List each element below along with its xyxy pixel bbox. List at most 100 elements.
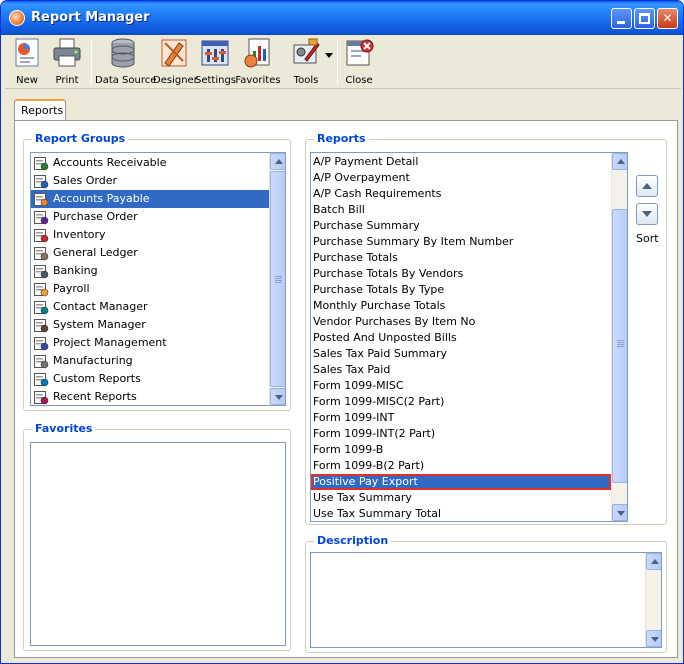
report-item[interactable]: Use Tax Summary Total <box>311 506 611 521</box>
reports-title: Reports <box>314 132 369 145</box>
report-item[interactable]: Positive Pay Export <box>311 474 611 490</box>
report-item-label: Monthly Purchase Totals <box>313 299 446 312</box>
scroll-up-button[interactable] <box>612 153 627 170</box>
report-item[interactable]: Posted And Unposted Bills <box>311 330 611 346</box>
close-label: Close <box>345 75 373 86</box>
report-item[interactable]: Purchase Summary By Item Number <box>311 234 611 250</box>
report-group-item[interactable]: Accounts Payable <box>31 190 269 208</box>
report-item-label: Purchase Summary <box>313 219 420 232</box>
report-group-label: Custom Reports <box>53 372 141 385</box>
scroll-up-button[interactable] <box>270 153 285 170</box>
report-item[interactable]: Sales Tax Paid Summary <box>311 346 611 362</box>
report-item[interactable]: Purchase Totals By Type <box>311 282 611 298</box>
report-group-label: General Ledger <box>53 246 138 259</box>
tools-dropdown-button[interactable] <box>323 37 333 87</box>
report-group-item[interactable]: Purchase Order <box>31 208 269 226</box>
scroll-up-button[interactable] <box>646 553 661 570</box>
report-item[interactable]: A/P Overpayment <box>311 170 611 186</box>
close-button[interactable]: Close <box>341 37 377 87</box>
report-item-label: A/P Payment Detail <box>313 155 419 168</box>
chevron-up-icon <box>617 159 625 164</box>
report-item[interactable]: Form 1099-INT <box>311 410 611 426</box>
report-group-item[interactable]: Inventory <box>31 226 269 244</box>
reports-list[interactable]: Use Tax Summary Total Use Tax Summary Posi… <box>310 152 628 522</box>
reports-scrollbar[interactable] <box>611 153 627 521</box>
scroll-down-button[interactable] <box>646 630 661 647</box>
report-item-label: Purchase Totals By Vendors <box>313 267 464 280</box>
favorites-list[interactable] <box>30 442 286 646</box>
window-title: Report Manager <box>31 10 150 25</box>
arrow-down-icon <box>642 211 652 217</box>
arrow-up-icon <box>642 183 652 189</box>
close-window-button[interactable]: ✕ <box>657 8 678 29</box>
report-item[interactable]: Form 1099-B(2 Part) <box>311 458 611 474</box>
print-button[interactable]: Print <box>49 37 85 87</box>
report-item[interactable]: A/P Cash Requirements <box>311 186 611 202</box>
maximize-button[interactable] <box>634 8 655 29</box>
payable-icon <box>33 191 49 207</box>
report-group-label: Project Management <box>53 336 167 349</box>
favorites-button[interactable]: Favorites <box>235 37 281 87</box>
sort-label: Sort <box>636 232 659 245</box>
report-group-item[interactable]: Banking <box>31 262 269 280</box>
chevron-down-icon <box>651 637 659 642</box>
report-group-item[interactable]: Custom Reports <box>31 370 269 388</box>
report-item[interactable]: Form 1099-MISC <box>311 378 611 394</box>
scroll-down-button[interactable] <box>270 388 285 405</box>
chevron-down-icon <box>325 53 333 58</box>
report-group-item[interactable]: Manufacturing <box>31 352 269 370</box>
report-item[interactable]: Purchase Totals <box>311 250 611 266</box>
scroll-down-button[interactable] <box>612 504 627 521</box>
report-group-item[interactable]: Payroll <box>31 280 269 298</box>
report-item[interactable]: Purchase Totals By Vendors <box>311 266 611 282</box>
report-item[interactable]: Form 1099-MISC(2 Part) <box>311 394 611 410</box>
tab-reports[interactable]: Reports <box>14 99 66 121</box>
data-source-button[interactable]: Data Source <box>95 37 156 87</box>
report-item[interactable]: Vendor Purchases By Item No <box>311 314 611 330</box>
report-item-label: Form 1099-INT(2 Part) <box>313 427 436 440</box>
settings-button[interactable]: Settings <box>195 37 236 87</box>
report-item[interactable]: Form 1099-INT(2 Part) <box>311 426 611 442</box>
description-scrollbar[interactable] <box>645 553 661 647</box>
report-group-item[interactable]: Recent Reports <box>31 388 269 405</box>
favorites-icon <box>243 37 273 68</box>
toolbar: New Print Data Source Designer Settings <box>5 35 681 89</box>
report-group-label: Accounts Payable <box>53 192 150 205</box>
new-button[interactable]: New <box>9 37 45 87</box>
report-item-label: Form 1099-B(2 Part) <box>313 459 425 472</box>
report-item-label: Form 1099-INT <box>313 411 395 424</box>
ledger-icon <box>33 245 49 261</box>
report-item[interactable]: Sales Tax Paid <box>311 362 611 378</box>
report-group-item[interactable]: Contact Manager <box>31 298 269 316</box>
report-item[interactable]: Monthly Purchase Totals <box>311 298 611 314</box>
report-group-item[interactable]: General Ledger <box>31 244 269 262</box>
close-report-icon <box>344 37 374 67</box>
minimize-button[interactable] <box>611 8 632 29</box>
report-item[interactable]: Purchase Summary <box>311 218 611 234</box>
report-group-item[interactable]: System Manager <box>31 316 269 334</box>
gear-icon <box>33 353 49 369</box>
report-groups-title: Report Groups <box>32 132 129 145</box>
report-item[interactable]: A/P Payment Detail <box>311 154 611 170</box>
title-bar[interactable]: Report Manager ✕ <box>1 1 683 35</box>
report-group-item[interactable]: Project Management <box>31 334 269 352</box>
designer-icon <box>159 37 189 67</box>
report-groups-scrollbar[interactable] <box>269 153 285 405</box>
report-item[interactable]: Form 1099-B <box>311 442 611 458</box>
sort-up-button[interactable] <box>636 175 658 197</box>
report-groups-list[interactable]: Recent Reports Custom Reports Manufacturin… <box>30 152 286 406</box>
sort-down-button[interactable] <box>636 203 658 225</box>
report-group-label: Payroll <box>53 282 90 295</box>
report-group-item[interactable]: Accounts Receivable <box>31 154 269 172</box>
designer-button[interactable]: Designer <box>153 37 198 87</box>
scroll-thumb[interactable] <box>270 171 285 387</box>
report-item[interactable]: Use Tax Summary <box>311 490 611 506</box>
scroll-thumb[interactable] <box>612 209 627 483</box>
report-item[interactable]: Batch Bill <box>311 202 611 218</box>
report-item-label: Form 1099-MISC <box>313 379 404 392</box>
inventory-icon <box>33 227 49 243</box>
tools-button[interactable]: Tools <box>287 37 325 87</box>
report-group-item[interactable]: Sales Order <box>31 172 269 190</box>
minimize-icon <box>617 21 625 24</box>
sales-order-icon <box>33 173 49 189</box>
